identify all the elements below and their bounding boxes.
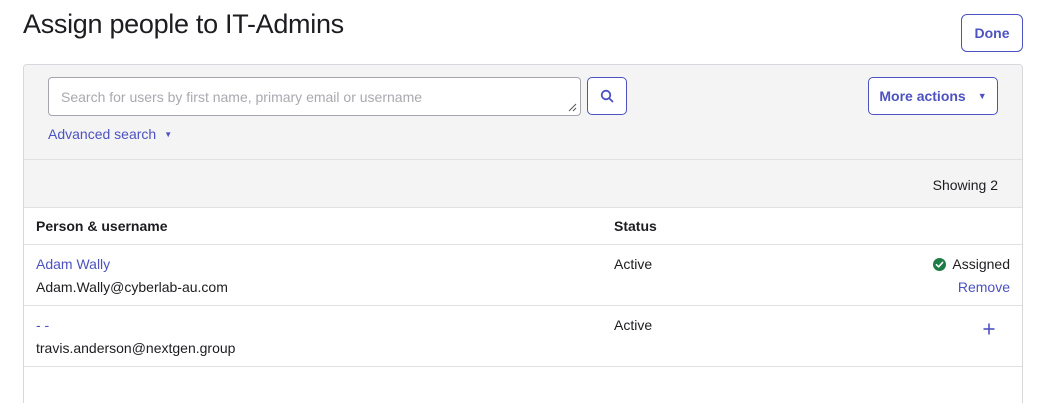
table-row: Adam Wally Adam.Wally@cyberlab-au.com Ac… (24, 245, 1022, 306)
results-count: Showing 2 (932, 177, 998, 193)
people-panel: Search for users by first name, primary … (23, 64, 1023, 403)
add-person-button[interactable] (980, 320, 998, 338)
person-status: Active (614, 256, 653, 272)
person-email: Adam.Wally@cyberlab-au.com (36, 279, 228, 295)
column-header-status: Status (614, 218, 657, 234)
assigned-label: Assigned (952, 256, 1010, 272)
search-button[interactable] (587, 77, 627, 115)
assigned-status: Assigned (933, 256, 1010, 272)
person-name-link[interactable]: Adam Wally (36, 256, 110, 272)
more-actions-button[interactable]: More actions ▼ (868, 77, 998, 115)
search-toolbar: Search for users by first name, primary … (24, 65, 1022, 159)
done-button[interactable]: Done (961, 14, 1023, 52)
table-header: Person & username Status (24, 208, 1022, 245)
person-name-link[interactable]: - - (36, 317, 49, 333)
caret-down-icon: ▼ (164, 129, 173, 139)
results-summary-bar: Showing 2 (24, 159, 1022, 208)
assign-people-page: Assign people to IT-Admins Done Search f… (0, 0, 1037, 403)
search-input[interactable]: Search for users by first name, primary … (48, 77, 581, 116)
more-actions-label: More actions (879, 88, 966, 104)
caret-down-icon: ▼ (977, 91, 987, 101)
advanced-search-label: Advanced search (48, 126, 157, 142)
plus-icon (983, 323, 995, 335)
search-icon (600, 89, 614, 103)
column-header-person: Person & username (36, 218, 168, 234)
check-circle-icon (933, 257, 947, 271)
resize-grip-icon[interactable] (568, 103, 577, 112)
search-placeholder: Search for users by first name, primary … (61, 89, 423, 105)
person-email: travis.anderson@nextgen.group (36, 340, 236, 356)
remove-link[interactable]: Remove (958, 279, 1010, 295)
person-status: Active (614, 317, 653, 333)
table-row: - - travis.anderson@nextgen.group Active (24, 306, 1022, 367)
page-title: Assign people to IT-Admins (23, 9, 344, 39)
advanced-search-toggle[interactable]: Advanced search ▼ (48, 126, 172, 142)
